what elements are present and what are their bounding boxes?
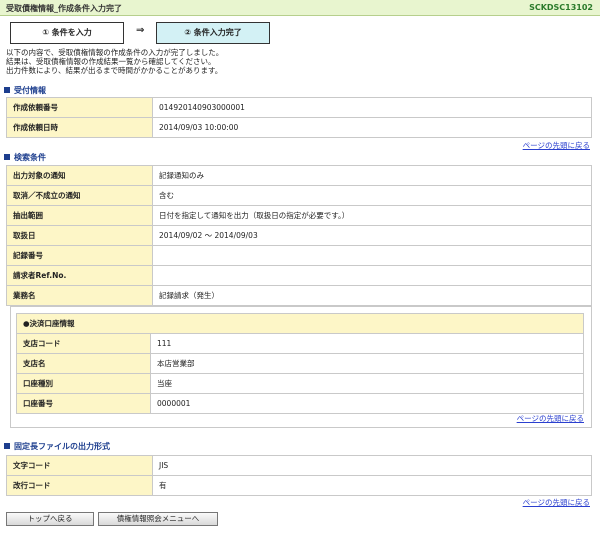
screen-id: SCKDSC13102 bbox=[529, 3, 593, 12]
table-row: 口座番号 0000001 bbox=[16, 393, 584, 414]
step-arrow: ⇒ bbox=[136, 25, 145, 36]
row-label: 作成依頼日時 bbox=[6, 117, 153, 138]
settlement-title: ●決済口座情報 bbox=[16, 313, 584, 334]
row-label: 取消／不成立の通知 bbox=[6, 185, 153, 206]
table-row: 記録番号 bbox=[6, 245, 592, 266]
row-value: 含む bbox=[152, 185, 592, 206]
page-top-link[interactable]: ページの先頭に戻る bbox=[523, 497, 590, 508]
format-section-title: 固定長ファイルの出力形式 bbox=[4, 441, 110, 452]
table-row: 業務名 記録請求（発生） bbox=[6, 285, 592, 306]
table-row: 作成依頼日時 2014/09/03 10:00:00 bbox=[6, 117, 592, 138]
row-label: 出力対象の通知 bbox=[6, 165, 153, 186]
table-row: ●決済口座情報 bbox=[16, 313, 584, 334]
row-value: 記録請求（発生） bbox=[152, 285, 592, 306]
search-section-label: 検索条件 bbox=[14, 153, 46, 162]
table-row: 文字コード JIS bbox=[6, 455, 592, 476]
row-label: 改行コード bbox=[6, 475, 153, 496]
table-row: 取扱日 2014/09/02 ～ 2014/09/03 bbox=[6, 225, 592, 246]
row-value: 日付を指定して通知を出力（取扱日の指定が必要です。） bbox=[152, 205, 592, 226]
page-top-link[interactable]: ページの先頭に戻る bbox=[517, 413, 584, 424]
table-row: 支店コード 111 bbox=[16, 333, 584, 354]
row-value: 2014/09/03 10:00:00 bbox=[152, 117, 592, 138]
back-to-top-button[interactable]: トップへ戻る bbox=[6, 512, 94, 526]
intro-line: 出力件数により、結果が出るまで時間がかかることがあります。 bbox=[6, 66, 223, 75]
title-bar: 受取債権情報_作成条件入力完了 SCKDSC13102 bbox=[0, 0, 600, 16]
row-value: 記録通知のみ bbox=[152, 165, 592, 186]
receipt-table: 作成依頼番号 014920140903000001 作成依頼日時 2014/09… bbox=[6, 97, 592, 138]
square-bullet-icon bbox=[4, 154, 10, 160]
step-input-complete: ② 条件入力完了 bbox=[156, 22, 270, 44]
page-top-link[interactable]: ページの先頭に戻る bbox=[523, 140, 590, 151]
row-label: 請求者Ref.No. bbox=[6, 265, 153, 286]
table-row: 改行コード有 bbox=[6, 475, 592, 496]
intro-line: 以下の内容で、受取債権情報の作成条件の入力が完了しました。 bbox=[6, 48, 224, 57]
row-label: 支店名 bbox=[16, 353, 151, 374]
row-value: JIS bbox=[152, 455, 592, 476]
format-section-label: 固定長ファイルの出力形式 bbox=[14, 442, 110, 451]
page-title: 受取債権情報_作成条件入力完了 bbox=[6, 4, 122, 13]
table-row: 出力対象の通知 記録通知のみ bbox=[6, 165, 592, 186]
row-value: 本店営業部 bbox=[150, 353, 584, 374]
row-label: 業務名 bbox=[6, 285, 153, 306]
table-row: 取消／不成立の通知 含む bbox=[6, 185, 592, 206]
intro-line: 結果は、受取債権情報の作成結果一覧から確認してください。 bbox=[6, 57, 216, 66]
square-bullet-icon bbox=[4, 87, 10, 93]
row-label: 口座番号 bbox=[16, 393, 151, 414]
row-value bbox=[152, 265, 592, 286]
table-row: 抽出範囲 日付を指定して通知を出力（取扱日の指定が必要です。） bbox=[6, 205, 592, 226]
row-label: 抽出範囲 bbox=[6, 205, 153, 226]
search-section-title: 検索条件 bbox=[4, 152, 46, 163]
format-table: 文字コード JIS 改行コード有 bbox=[6, 455, 592, 496]
row-label: 記録番号 bbox=[6, 245, 153, 266]
row-label: 文字コード bbox=[6, 455, 153, 476]
table-row: 請求者Ref.No. bbox=[6, 265, 592, 286]
row-value bbox=[152, 245, 592, 266]
table-row: 作成依頼番号 014920140903000001 bbox=[6, 97, 592, 118]
intro-text: 以下の内容で、受取債権情報の作成条件の入力が完了しました。 結果は、受取債権情報… bbox=[6, 48, 223, 75]
claims-menu-button[interactable]: 債権情報照会メニューへ bbox=[98, 512, 218, 526]
table-row: 支店名 本店営業部 bbox=[16, 353, 584, 374]
row-label: 取扱日 bbox=[6, 225, 153, 246]
row-value: 有 bbox=[152, 475, 592, 496]
square-bullet-icon bbox=[4, 443, 10, 449]
row-label: 作成依頼番号 bbox=[6, 97, 153, 118]
receipt-section-label: 受付情報 bbox=[14, 86, 46, 95]
row-value: 0000001 bbox=[150, 393, 584, 414]
step-input-conditions: ① 条件を入力 bbox=[10, 22, 124, 44]
row-value: 111 bbox=[150, 333, 584, 354]
row-value: 当座 bbox=[150, 373, 584, 394]
row-value: 2014/09/02 ～ 2014/09/03 bbox=[152, 225, 592, 246]
row-value: 014920140903000001 bbox=[152, 97, 592, 118]
row-label: 支店コード bbox=[16, 333, 151, 354]
search-table: 出力対象の通知 記録通知のみ 取消／不成立の通知 含む 抽出範囲 日付を指定して通知を… bbox=[6, 165, 592, 306]
table-row: 口座種別 当座 bbox=[16, 373, 584, 394]
row-label: 口座種別 bbox=[16, 373, 151, 394]
settlement-table: ●決済口座情報 支店コード 111 支店名 本店営業部 口座種別 当座 口座番号 000… bbox=[16, 313, 584, 414]
receipt-section-title: 受付情報 bbox=[4, 85, 46, 96]
